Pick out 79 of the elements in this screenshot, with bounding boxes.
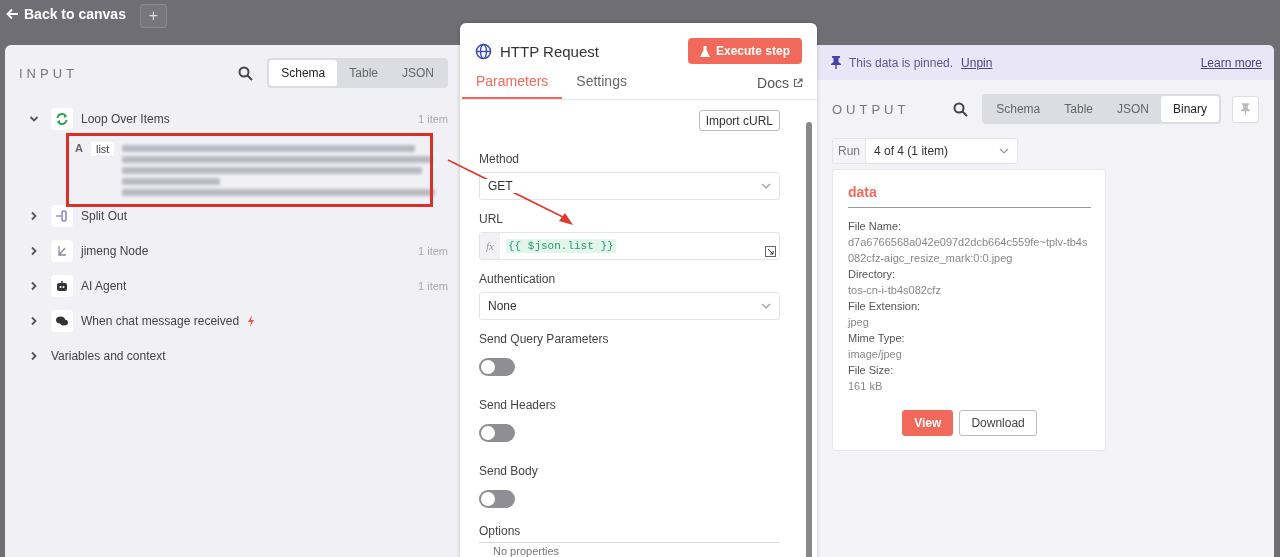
learn-more-link[interactable]: Learn more (1200, 55, 1262, 70)
node-name[interactable]: Split Out (81, 208, 128, 223)
external-link-icon (793, 78, 803, 88)
field-label: Send Headers (479, 398, 557, 412)
run-label: Run (833, 139, 866, 163)
node-title: HTTP Request (500, 42, 600, 60)
search-icon[interactable] (238, 65, 254, 81)
property-value: 161 kB (848, 379, 884, 394)
flask-icon (699, 45, 710, 57)
pin-icon (1241, 103, 1250, 115)
options-label: Options (479, 518, 780, 543)
node-name[interactable]: AI Agent (81, 278, 127, 293)
lightning-icon (247, 314, 256, 327)
variables-label[interactable]: Variables and context (51, 348, 166, 363)
back-to-canvas-button[interactable]: Back to canvas (6, 4, 126, 24)
property-label: File Extension: (848, 299, 922, 314)
item-count: 1 item (418, 112, 448, 125)
field-label: Authentication (479, 272, 557, 286)
input-title: INPUT (19, 65, 79, 81)
field-label: Send Body (479, 464, 539, 478)
chevron-right-icon[interactable] (29, 245, 39, 256)
node-name[interactable]: Loop Over Items (81, 111, 170, 126)
property-value: image/jpeg (848, 347, 903, 362)
string-type-icon: A (75, 142, 83, 154)
output-title: OUTPUT (832, 101, 911, 117)
property-label: Mime Type: (848, 331, 906, 346)
card-title: data (848, 184, 1091, 208)
chevron-right-icon[interactable] (29, 350, 39, 361)
pin-icon (831, 56, 841, 69)
chevron-right-icon[interactable] (29, 315, 39, 326)
field-name[interactable]: list (90, 142, 115, 156)
chevron-down-icon (761, 303, 771, 309)
download-button[interactable]: Download (959, 410, 1037, 436)
node-name[interactable]: When chat message received (81, 313, 240, 328)
node-icon (55, 243, 69, 258)
view-tab[interactable]: Table (337, 60, 390, 86)
field-label: Method (479, 152, 521, 166)
loop-arrows-icon (55, 111, 69, 126)
view-tab[interactable]: Schema (984, 96, 1053, 122)
panel-tab[interactable]: Settings (562, 73, 641, 99)
run-selector[interactable]: Run 4 of 4 (1 item) (832, 138, 1018, 164)
property-label: Directory: (848, 267, 897, 282)
property-value: d7a6766568a042e097d2dcb664c559fe~tplv-tb4s082cfz-aigc_resize_mark:0:0.jpeg (848, 235, 1089, 266)
chevron-down-icon (761, 183, 771, 189)
chevron-down-icon (999, 148, 1009, 154)
run-value: 4 of 4 (1 item) (873, 144, 950, 158)
property-value: jpeg (848, 315, 870, 330)
split-icon (55, 208, 69, 223)
view-tab[interactable]: Binary (1161, 96, 1219, 122)
view-tab[interactable]: Table (1052, 96, 1105, 122)
unpin-link[interactable]: Unpin (961, 55, 993, 70)
select-field[interactable]: None (479, 292, 780, 320)
toggle-switch[interactable] (479, 490, 515, 508)
property-label: File Size: (848, 363, 895, 378)
banner-text: This data is pinned. (849, 55, 954, 70)
docs-link[interactable]: Docs (757, 75, 803, 99)
toggle-switch[interactable] (479, 358, 515, 376)
chevron-right-icon[interactable] (29, 210, 39, 221)
view-tab[interactable]: Schema (269, 60, 338, 86)
field-label: URL (479, 212, 504, 226)
robot-icon (55, 278, 69, 293)
fx-label: fx (480, 233, 500, 259)
view-tab[interactable]: JSON (1104, 96, 1161, 122)
chevron-right-icon[interactable] (29, 280, 39, 291)
select-field[interactable]: GET (479, 172, 780, 200)
expand-icon[interactable] (765, 246, 776, 257)
view-tab[interactable]: JSON (390, 60, 446, 86)
arrow-left-icon (6, 8, 19, 20)
empty-options-text: No properties (492, 544, 561, 557)
import-curl-button[interactable]: Import cURL (698, 110, 780, 131)
property-label: File Name: (848, 219, 903, 234)
toggle-switch[interactable] (479, 424, 515, 442)
node-name[interactable]: jimeng Node (81, 243, 149, 258)
property-value: tos-cn-i-tb4s082cfz (848, 283, 942, 298)
item-count: 1 item (418, 279, 448, 292)
field-label: Send Query Parameters (479, 332, 610, 346)
globe-icon (475, 42, 492, 60)
search-icon[interactable] (953, 101, 969, 117)
item-count: 1 item (418, 244, 448, 257)
